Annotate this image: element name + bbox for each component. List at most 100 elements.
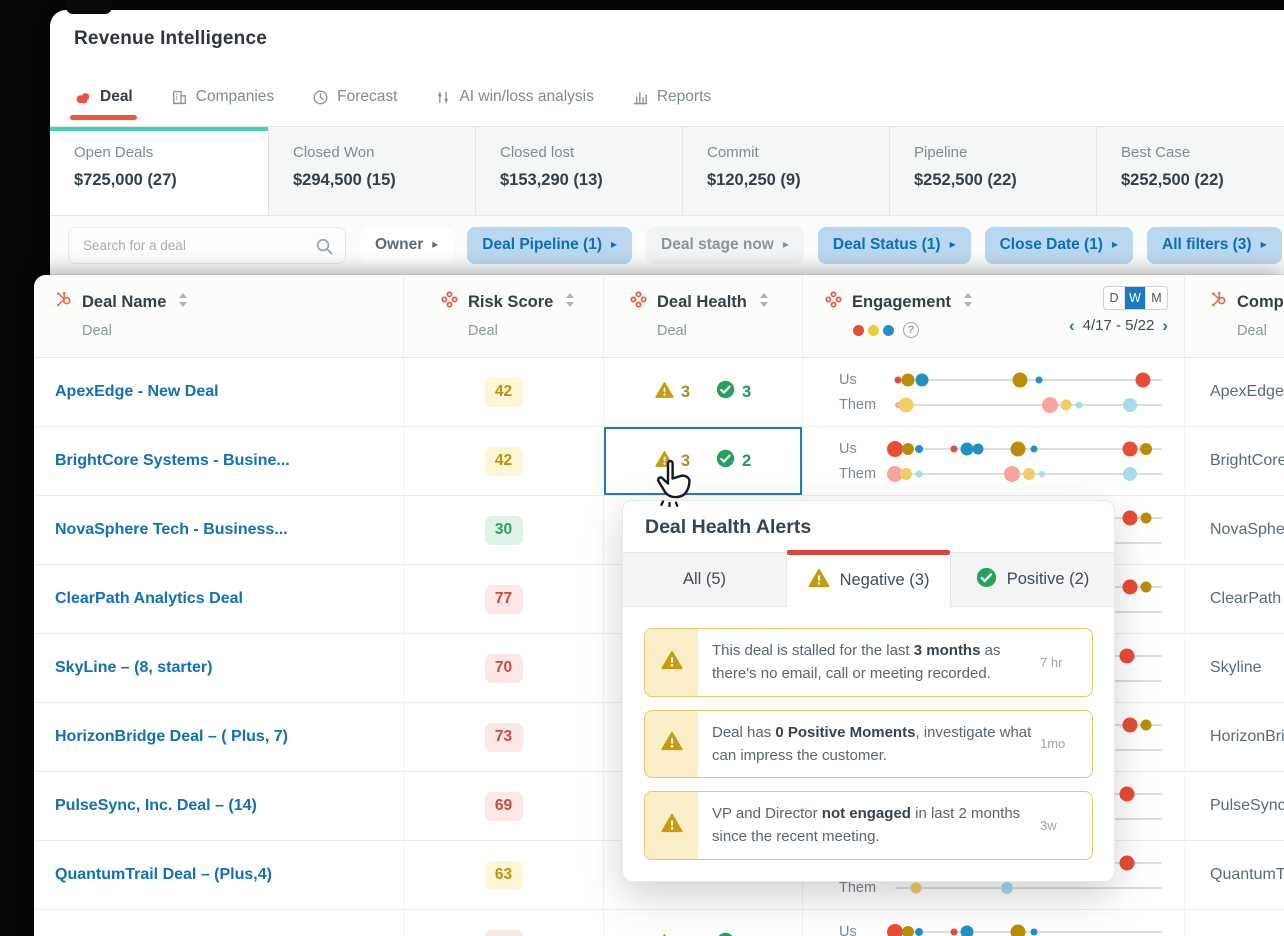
company-name[interactable]: QuantumTrail: [1210, 866, 1284, 884]
chevron-left-icon[interactable]: ‹: [1069, 317, 1075, 334]
deal-name-link[interactable]: ClearPath Analytics Deal: [55, 590, 243, 608]
column-header-engagement[interactable]: Engagement ? DWM ‹ 4/17 - 5/22 ›: [803, 275, 1185, 357]
engagement-dot: [1036, 376, 1043, 383]
search-input[interactable]: [69, 228, 345, 263]
deal-health-cell[interactable]: 32: [604, 427, 803, 495]
popup-tab-negative-3-[interactable]: Negative (3): [787, 553, 951, 607]
company-name[interactable]: Skyline: [1210, 659, 1262, 677]
filter-button-deal-stage-now[interactable]: Deal stage now ▸: [646, 227, 804, 264]
company-name[interactable]: NovaSphere: [1210, 521, 1284, 539]
deal-name-cell: ClearPath Analytics Deal: [34, 565, 404, 633]
risk-score-badge: 42: [485, 378, 523, 407]
filter-button-label: Deal stage now: [661, 236, 774, 254]
filter-button-all-filters-3-[interactable]: All filters (3)▸: [1147, 227, 1282, 264]
popup-tab-positive-2-[interactable]: Positive (2): [951, 553, 1114, 607]
popup-tabs: All (5) Negative (3) Positive (2): [623, 553, 1114, 607]
warning-icon: [661, 731, 683, 756]
engagement-dot: [1013, 372, 1028, 387]
nav-tab-forecast[interactable]: Forecast: [312, 88, 397, 120]
summary-card-closed-won[interactable]: Closed Won$294,500 (15): [269, 127, 476, 215]
period-toggle-w[interactable]: W: [1125, 287, 1146, 309]
table-row: ApexEdge - New Deal 42 33 Us Them ApexEdge: [34, 358, 1284, 427]
company-name[interactable]: ApexEdge: [1210, 383, 1284, 401]
deal-health-cell[interactable]: 33: [604, 910, 803, 936]
engagement-dot: [902, 373, 915, 386]
nav-tab-reports[interactable]: Reports: [632, 88, 711, 120]
deal-name-cell: QuantumTrail Deal – (Plus,4): [34, 841, 404, 909]
chevron-right-icon[interactable]: ›: [1162, 317, 1168, 334]
positive-check-icon: [716, 380, 735, 404]
engagement-lane-label: Them: [839, 397, 895, 413]
warning-icon: [655, 381, 674, 404]
risk-score-badge: [485, 930, 523, 936]
filter-button-owner[interactable]: Owner▸: [360, 227, 453, 264]
engagement-dot: [1004, 466, 1020, 482]
company-cell: HorizonBridge: [1185, 703, 1284, 771]
nav-tab-deal[interactable]: Deal: [74, 88, 133, 120]
company-name[interactable]: BrightCore: [1210, 452, 1284, 470]
deal-name-link[interactable]: ApexEdge - New Deal: [55, 383, 219, 401]
summary-card-commit[interactable]: Commit$120,250 (9): [683, 127, 890, 215]
engagement-dot: [1030, 445, 1037, 452]
alert-card[interactable]: Deal has 0 Positive Moments, investigate…: [644, 710, 1093, 779]
positive-alerts: 3: [716, 932, 751, 936]
dropdown-arrow-icon: ▸: [783, 237, 789, 251]
deal-name-link[interactable]: NovaSphere Tech - Business...: [55, 521, 288, 539]
column-header-deal-name[interactable]: Deal Name Deal: [34, 275, 404, 357]
background-notch: [66, 0, 112, 14]
column-header-risk-score[interactable]: Risk Score Deal: [404, 275, 604, 357]
negative-alerts: 3: [655, 933, 690, 936]
sort-icon[interactable]: [963, 292, 973, 313]
deal-name-link[interactable]: QuantumTrail Deal – (Plus,4): [55, 866, 272, 884]
engagement-cell: Us Them: [803, 358, 1185, 426]
company-name[interactable]: PulseSync: [1210, 797, 1284, 815]
filter-button-close-date-1-[interactable]: Close Date (1)▸: [985, 227, 1133, 264]
alert-card[interactable]: VP and Director not engaged in last 2 mo…: [644, 791, 1093, 860]
deal-health-cell[interactable]: 33: [604, 358, 803, 426]
card-value: $252,500 (22): [1121, 171, 1284, 190]
positive-check-icon: [716, 932, 735, 936]
alert-card[interactable]: This deal is stalled for the last 3 mont…: [644, 628, 1093, 697]
company-name[interactable]: ClearPath: [1210, 590, 1281, 608]
engagement-dot: [916, 470, 923, 477]
engagement-lane-label: Us: [839, 372, 895, 388]
sort-icon[interactable]: [565, 292, 575, 313]
engagement-dot: [1140, 443, 1152, 455]
popup-tab-all-5-[interactable]: All (5): [623, 553, 787, 607]
period-toggle-m[interactable]: M: [1146, 287, 1167, 309]
hubspot-sprocket-icon: [1210, 291, 1227, 313]
deal-name-link[interactable]: BrightCore Systems - Busine...: [55, 452, 290, 470]
filter-button-deal-status-1-[interactable]: Deal Status (1)▸: [818, 227, 971, 264]
engagement-dot: [887, 924, 903, 936]
sort-icon[interactable]: [759, 292, 769, 313]
column-header-company[interactable]: Comp Deal: [1185, 275, 1284, 357]
positive-alerts: 3: [716, 380, 751, 404]
summary-card-closed-lost[interactable]: Closed lost$153,290 (13): [476, 127, 683, 215]
column-header-deal-health[interactable]: Deal Health Deal: [604, 275, 803, 357]
summary-card-best-case[interactable]: Best Case$252,500 (22): [1097, 127, 1284, 215]
filter-button-label: All filters (3): [1162, 236, 1252, 254]
filter-buttons: Owner▸Deal Pipeline (1)▸Deal stage now▸D…: [360, 227, 1282, 264]
sort-icon[interactable]: [178, 292, 188, 313]
summary-card-open-deals[interactable]: Open Deals$725,000 (27): [50, 127, 269, 215]
deal-name-link[interactable]: HorizonBridge Deal – ( Plus, 7): [55, 728, 288, 746]
engagement-lane: Them: [839, 463, 1162, 485]
period-toggle-d[interactable]: D: [1104, 287, 1125, 309]
engagement-dot: [1030, 928, 1037, 935]
engagement-dot: [915, 373, 928, 386]
alert-text-segment: This deal is stalled for the last: [712, 642, 914, 659]
alert-text: Deal has 0 Positive Moments, investigate…: [698, 711, 1040, 778]
column-subtitle: Deal: [441, 323, 603, 339]
popup-tab-label: Negative (3): [840, 571, 930, 590]
deal-name-link[interactable]: SkyLine – (8, starter): [55, 659, 212, 677]
filter-button-deal-pipeline-1-[interactable]: Deal Pipeline (1)▸: [467, 227, 632, 264]
dropdown-arrow-icon: ▸: [1112, 237, 1118, 251]
risk-score-cell: 63: [404, 841, 604, 909]
company-name[interactable]: HorizonBridge: [1210, 728, 1284, 746]
deal-name-link[interactable]: PulseSync, Inc. Deal – (14): [55, 797, 257, 815]
summary-card-pipeline[interactable]: Pipeline$252,500 (22): [890, 127, 1097, 215]
nav-tab-companies[interactable]: Companies: [171, 88, 274, 120]
deal-name-cell: ApexEdge - New Deal: [34, 358, 404, 426]
nav-tab-ai-win-loss-analysis[interactable]: AI win/loss analysis: [435, 88, 593, 120]
help-icon[interactable]: ?: [903, 322, 919, 338]
